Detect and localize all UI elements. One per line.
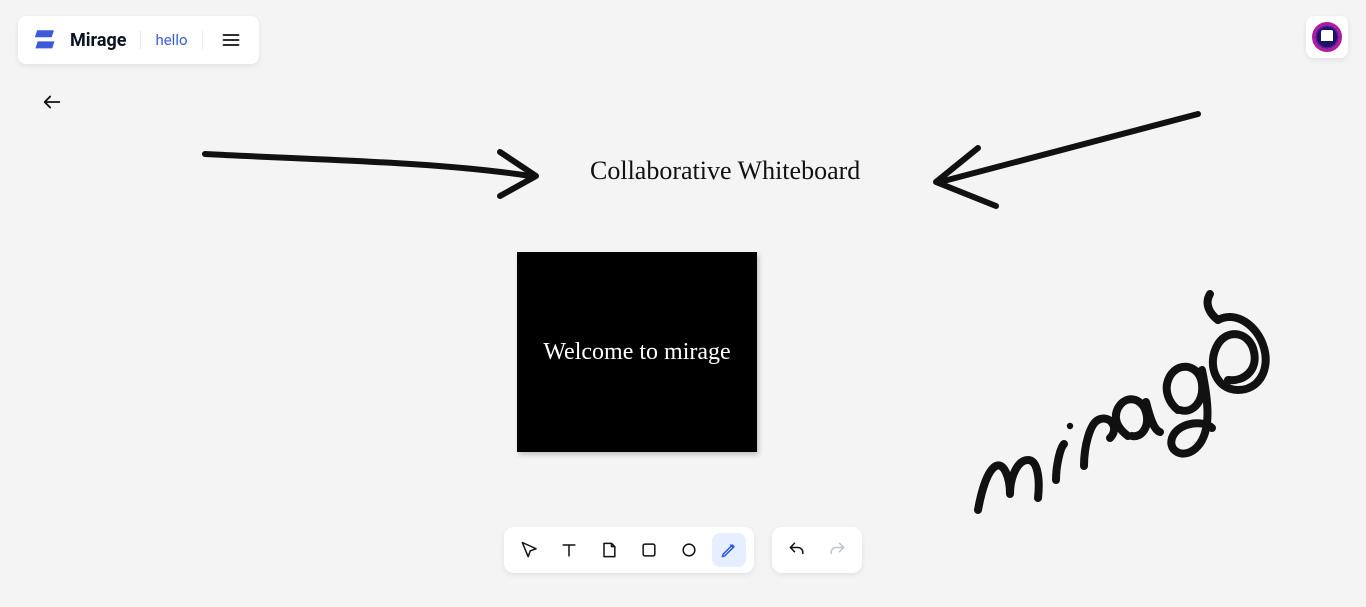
rectangle-icon: [639, 540, 659, 560]
drawn-arrow-right: [918, 108, 1218, 232]
undo-button[interactable]: [780, 533, 814, 567]
pen-icon: [719, 540, 739, 560]
undo-icon: [787, 540, 807, 560]
handwritten-text: [960, 270, 1280, 534]
whiteboard-canvas[interactable]: Collaborative Whiteboard Welcome to mira…: [0, 0, 1366, 607]
tool-group-shapes: [504, 527, 754, 573]
redo-button[interactable]: [820, 533, 854, 567]
welcome-text: Welcome to mirage: [543, 339, 730, 366]
text-icon: [559, 540, 579, 560]
note-icon: [599, 540, 619, 560]
ellipse-icon: [679, 540, 699, 560]
welcome-box: Welcome to mirage: [517, 252, 757, 452]
drawn-arrow-left: [200, 140, 560, 224]
tool-text[interactable]: [552, 533, 586, 567]
tool-ellipse[interactable]: [672, 533, 706, 567]
tool-select[interactable]: [512, 533, 546, 567]
tool-rectangle[interactable]: [632, 533, 666, 567]
tool-note[interactable]: [592, 533, 626, 567]
canvas-title-text: Collaborative Whiteboard: [590, 156, 860, 186]
redo-icon: [827, 540, 847, 560]
tool-pen[interactable]: [712, 533, 746, 567]
tool-group-history: [772, 527, 862, 573]
bottom-toolbar: [504, 527, 862, 573]
cursor-icon: [519, 540, 539, 560]
